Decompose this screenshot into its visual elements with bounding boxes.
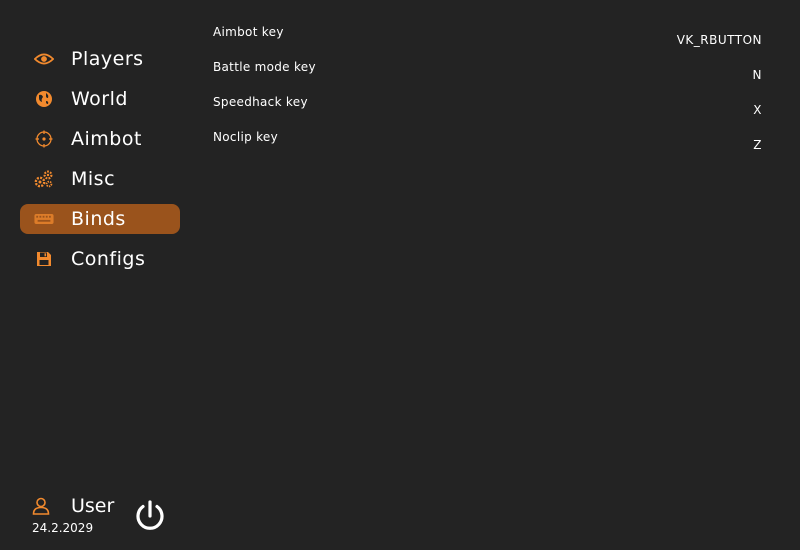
binds-panel: Aimbot key VK_RBUTTON Battle mode key N … <box>213 22 762 162</box>
bind-label: Battle mode key <box>213 60 316 74</box>
bind-label: Aimbot key <box>213 25 284 39</box>
globe-icon <box>34 90 54 108</box>
bind-key-button[interactable]: VK_RBUTTON <box>677 33 762 47</box>
sidebar-item-label: Aimbot <box>71 128 142 150</box>
sidebar-item-players[interactable]: Players <box>20 44 180 74</box>
bind-key-button[interactable]: N <box>753 68 762 82</box>
sidebar-item-label: Players <box>71 48 144 70</box>
power-icon <box>133 500 167 538</box>
app-window: Players World Aimbot Misc Binds Configs … <box>0 0 800 550</box>
sidebar-item-world[interactable]: World <box>20 84 180 114</box>
user-date: 24.2.2029 <box>32 521 94 535</box>
floppy-disk-icon <box>34 250 54 268</box>
user-icon <box>32 497 50 515</box>
user-name: User <box>71 495 115 517</box>
sidebar-item-misc[interactable]: Misc <box>20 164 180 194</box>
bind-row-battle-mode: Battle mode key N <box>213 57 762 92</box>
sidebar-item-label: Binds <box>71 208 126 230</box>
sidebar-item-binds[interactable]: Binds <box>20 204 180 234</box>
power-button[interactable] <box>133 498 167 534</box>
bind-key-button[interactable]: X <box>753 103 762 117</box>
sidebar-item-label: Configs <box>71 248 146 270</box>
eye-icon <box>34 50 54 68</box>
bind-row-speedhack: Speedhack key X <box>213 92 762 127</box>
crosshair-icon <box>34 130 54 148</box>
sidebar-item-label: Misc <box>71 168 116 190</box>
sidebar: Players World Aimbot Misc Binds Configs <box>20 44 180 284</box>
bind-row-noclip: Noclip key Z <box>213 127 762 162</box>
sidebar-item-configs[interactable]: Configs <box>20 244 180 274</box>
bind-label: Speedhack key <box>213 95 308 109</box>
bind-key-button[interactable]: Z <box>753 138 762 152</box>
bind-row-aimbot: Aimbot key VK_RBUTTON <box>213 22 762 57</box>
gears-icon <box>34 170 54 188</box>
sidebar-item-aimbot[interactable]: Aimbot <box>20 124 180 154</box>
sidebar-item-label: World <box>71 88 128 110</box>
keyboard-icon <box>34 210 54 228</box>
bind-label: Noclip key <box>213 130 279 144</box>
